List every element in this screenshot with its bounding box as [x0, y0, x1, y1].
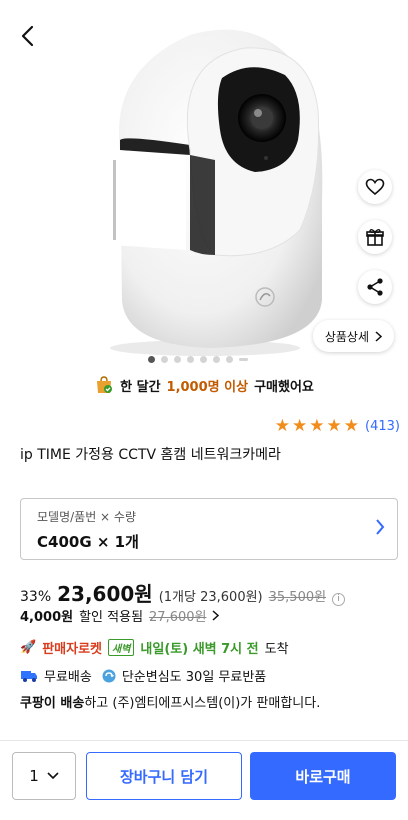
free-shipping: 무료배송 [44, 670, 92, 685]
carousel-dot [148, 356, 155, 363]
gift-button[interactable] [358, 220, 392, 254]
option-label: 모델명/품번 × 수량 [37, 510, 137, 524]
carousel-dot [200, 356, 207, 363]
carousel-more-indicator [239, 358, 248, 361]
bottom-action-bar: 1 장바구니 담기 바로구매 [0, 752, 408, 802]
option-value: C400G × 1개 [37, 533, 139, 551]
star-icon: ★ [274, 416, 291, 436]
share-button[interactable] [358, 270, 392, 304]
dawn-badge: 새벽 [108, 639, 135, 656]
chevron-left-icon [21, 25, 34, 47]
back-button[interactable] [14, 22, 42, 50]
seller-rest: 하고 (주)엠티에프시스템(이)가 판매합니다. [84, 696, 321, 711]
return-icon [102, 669, 116, 682]
chevron-right-icon [375, 330, 382, 342]
option-selector[interactable]: 모델명/품번 × 수량 C400G × 1개 [20, 498, 398, 560]
rocket-icon: 🚀 [20, 640, 37, 655]
quantity-select[interactable]: 1 [12, 752, 76, 800]
star-icon: ★ [343, 416, 360, 436]
divider [0, 740, 408, 741]
coupon-price: 27,600원 [149, 610, 207, 625]
buy-now-button[interactable]: 바로구매 [250, 752, 396, 800]
product-detail-label: 상품상세 [324, 329, 369, 344]
coupon-text: 할인 적용됨 [79, 610, 144, 625]
coupon-row[interactable]: 4,000원 할인 적용됨 27,600원 [20, 606, 220, 625]
truck-icon [21, 670, 37, 682]
product-detail-button[interactable]: 상품상세 [312, 320, 394, 352]
carousel-dot [174, 356, 181, 363]
carousel-dot [226, 356, 233, 363]
carousel-dot [161, 356, 168, 363]
star-icon: ★ [326, 416, 342, 436]
seller-info: 쿠팡이 배송하고 (주)엠티에프시스템(이)가 판매합니다. [20, 692, 320, 711]
purchase-banner-prefix: 한 달간 [120, 379, 161, 395]
add-to-cart-button[interactable]: 장바구니 담기 [86, 752, 242, 800]
delivery-date: 내일(토) 새벽 7시 전 [140, 642, 259, 657]
chevron-right-icon [212, 610, 220, 621]
coupon-amount: 4,000원 [20, 610, 74, 625]
chevron-right-icon [376, 519, 385, 535]
delivery-arrive: 도착 [264, 642, 289, 657]
carousel-dot [213, 356, 220, 363]
wishlist-button[interactable] [358, 170, 392, 204]
star-icon: ★ [292, 416, 308, 436]
product-title: ip TIME 가정용 CCTV 홈캠 네트워크카메라 [20, 447, 281, 463]
original-price: 35,500원 [268, 590, 327, 605]
seller-bold: 쿠팡이 배송 [20, 696, 85, 711]
gift-icon [366, 229, 384, 246]
info-icon[interactable]: i [332, 593, 346, 606]
rating-summary[interactable]: ★ ★ ★ ★ ★ (413) [275, 418, 400, 435]
price-row: 33% 23,600원 (1개당 23,600원) 35,500원 i [20, 578, 346, 607]
shipping-row: 무료배송 단순변심도 30일 무료반품 [20, 666, 266, 685]
return-policy: 단순변심도 30일 무료반품 [121, 670, 267, 685]
delivery-row: 🚀 판매자로켓 새벽 내일(토) 새벽 7시 전 도착 [20, 638, 289, 657]
share-icon [367, 278, 383, 296]
product-image [110, 29, 323, 356]
carousel-dot [187, 356, 194, 363]
shopping-bag-icon [97, 376, 113, 393]
rocket-label: 판매자로켓 [42, 642, 102, 657]
quantity-value: 1 [29, 767, 39, 785]
chevron-down-icon [47, 772, 59, 780]
purchase-banner-count: 1,000명 이상 [166, 379, 249, 395]
discount-rate: 33% [20, 589, 52, 605]
star-icon: ★ [309, 416, 325, 436]
purchase-count-banner: 한 달간 1,000명 이상 구매했어요 [0, 374, 408, 396]
sale-price: 23,600원 [57, 582, 153, 606]
product-image-carousel[interactable]: 상품상세 [0, 0, 408, 368]
carousel-indicator [148, 356, 248, 363]
review-count[interactable]: (413) [365, 419, 400, 434]
unit-price: (1개당 23,600원) [158, 590, 263, 605]
heart-icon [365, 178, 385, 196]
purchase-banner-suffix: 구매했어요 [254, 379, 314, 395]
